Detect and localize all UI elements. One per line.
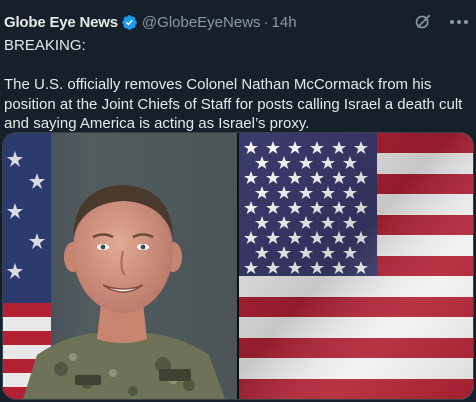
author-handle[interactable]: @GlobeEyeNews [142,14,261,31]
more-options-icon[interactable] [448,12,470,32]
header-actions [412,12,470,32]
media-grid[interactable] [2,132,474,400]
tweet-header: Globe Eye News @GlobeEyeNews · 14h [4,12,468,32]
us-flag-photo[interactable] [239,133,473,399]
officer-portrait-photo[interactable] [3,133,237,399]
tweet-text: BREAKING: The U.S. officially removes Co… [4,36,470,134]
verified-badge-icon[interactable] [121,14,138,31]
separator-dot: · [263,13,269,31]
tweet[interactable]: Globe Eye News @GlobeEyeNews · 14h BREAK… [0,0,476,402]
timestamp[interactable]: 14h [272,14,297,31]
author-name[interactable]: Globe Eye News [4,14,118,31]
tweet-body: The U.S. officially removes Colonel Nath… [4,76,463,132]
grok-icon[interactable] [412,12,434,32]
headline: BREAKING: [4,37,86,54]
